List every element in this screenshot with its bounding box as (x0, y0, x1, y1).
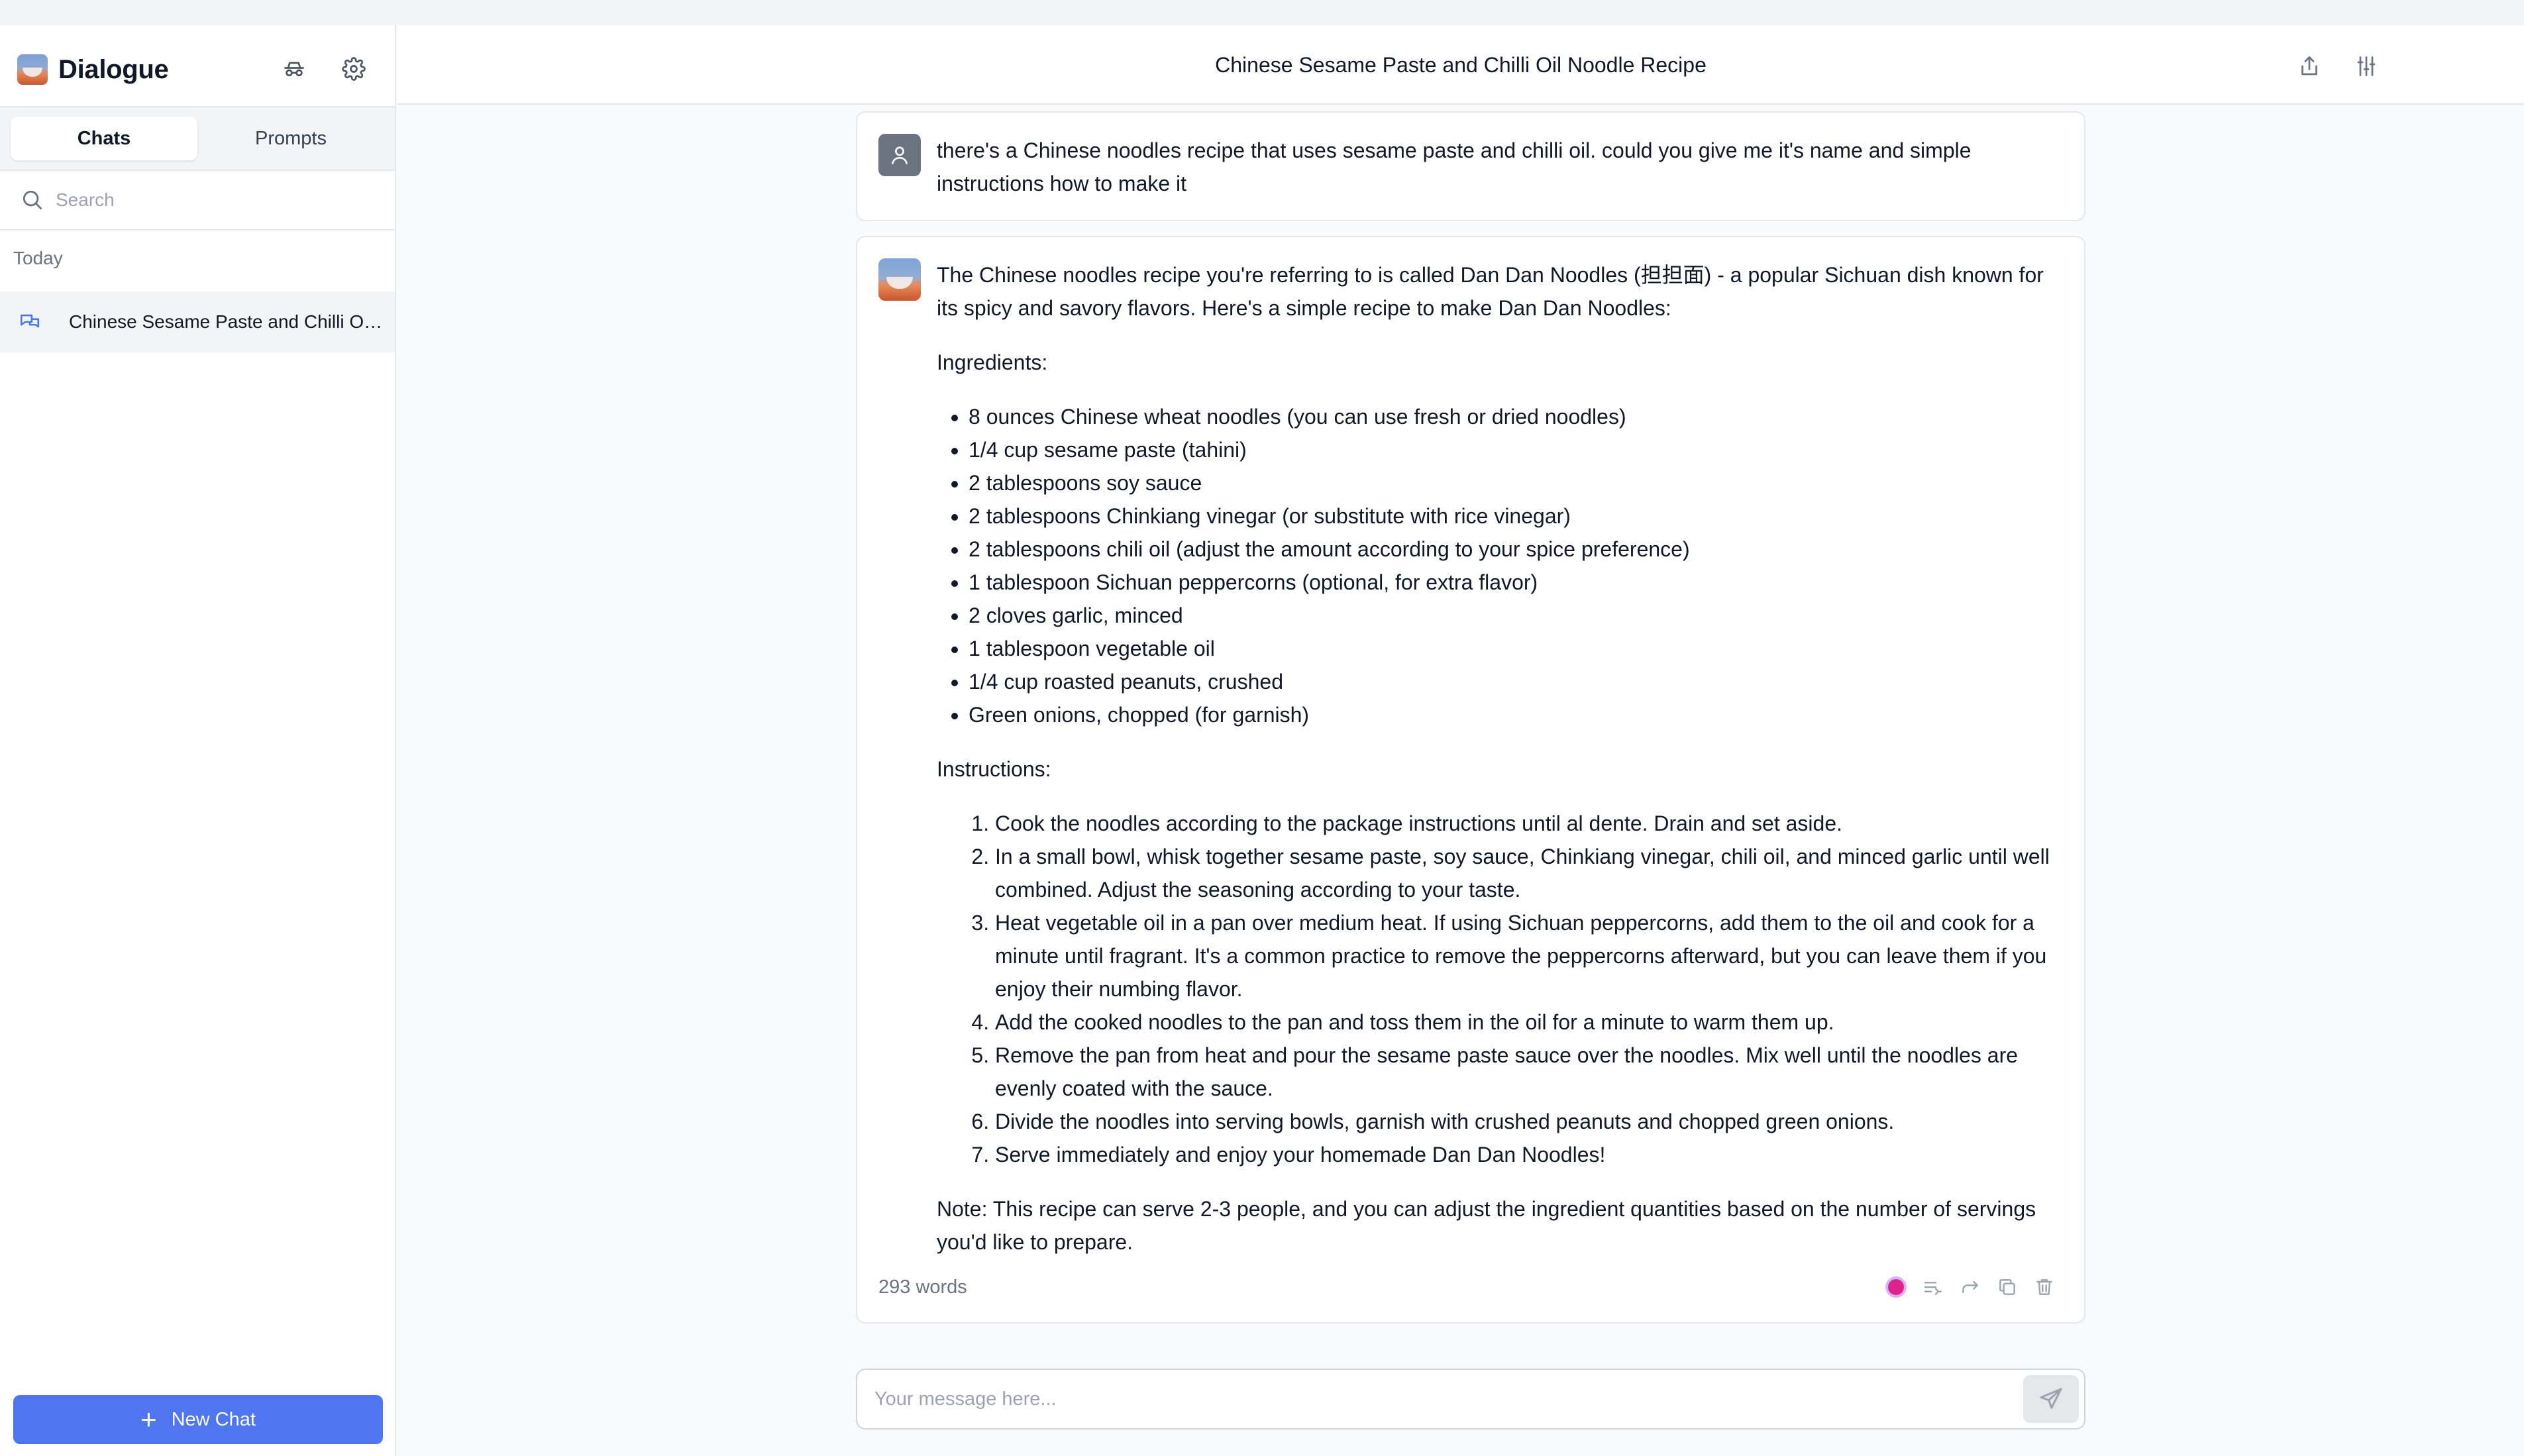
ingredient-item: 1 tablespoon vegetable oil (969, 632, 2063, 665)
chat-title: Chinese Sesame Paste and Chilli Oil Nood… (1215, 52, 1707, 77)
ingredient-item: 8 ounces Chinese wheat noodles (you can … (969, 400, 2063, 433)
chat-item-title: Chinese Sesame Paste and Chilli Oil Nood… (69, 311, 386, 332)
ingredient-item: 1/4 cup roasted peanuts, crushed (969, 665, 2063, 698)
window-top-strip (0, 0, 2524, 25)
message-composer (856, 1369, 2085, 1430)
assistant-note: Note: This recipe can serve 2-3 people, … (937, 1197, 2036, 1254)
ingredient-item: 2 tablespoons soy sauce (969, 466, 2063, 499)
ingredient-item: Green onions, chopped (for garnish) (969, 698, 2063, 731)
ingredient-item: 2 cloves garlic, minced (969, 599, 2063, 632)
message-actions (1877, 1269, 2063, 1305)
assistant-avatar (878, 258, 921, 301)
speak-icon[interactable] (1877, 1269, 1915, 1305)
user-icon (892, 146, 908, 165)
assistant-message: The Chinese noodles recipe you're referr… (856, 236, 2085, 1324)
search-icon (23, 190, 42, 210)
sliders-icon[interactable] (2348, 48, 2385, 85)
incognito-icon[interactable] (274, 49, 314, 89)
instruction-step: Divide the noodles into serving bowls, g… (995, 1105, 2063, 1138)
ingredient-item: 2 tablespoons chili oil (adjust the amou… (969, 533, 2063, 566)
sidebar-chat-item[interactable]: Chinese Sesame Paste and Chilli Oil Nood… (0, 291, 395, 352)
share-icon[interactable] (2291, 48, 2328, 85)
gear-icon[interactable] (334, 49, 374, 89)
ingredients-list: 8 ounces Chinese wheat noodles (you can … (937, 400, 2063, 731)
plus-icon: + (140, 1404, 157, 1435)
word-count: 293 words (878, 1276, 967, 1298)
instructions-heading: Instructions: (937, 757, 1051, 781)
send-icon (2040, 1388, 2062, 1409)
instruction-step: In a small bowl, whisk together sesame p… (995, 840, 2063, 906)
fork-icon[interactable] (1952, 1269, 1989, 1305)
user-avatar (878, 134, 921, 176)
user-message-text: there's a Chinese noodles recipe that us… (937, 134, 2063, 200)
new-chat-label: New Chat (171, 1408, 256, 1430)
instruction-step: Heat vegetable oil in a pan over medium … (995, 906, 2063, 1006)
chat-header: Chinese Sesame Paste and Chilli Oil Nood… (397, 25, 2524, 105)
sidebar: Dialogue Chats Prompts Today Chinese Ses… (0, 25, 396, 1456)
trash-icon[interactable] (2026, 1269, 2063, 1305)
continue-icon[interactable] (1915, 1269, 1952, 1305)
search-input[interactable] (54, 189, 372, 211)
new-chat-button[interactable]: + New Chat (13, 1395, 383, 1444)
ingredient-item: 1 tablespoon Sichuan peppercorns (option… (969, 566, 2063, 599)
ingredient-item: 1/4 cup sesame paste (tahini) (969, 433, 2063, 466)
message-footer: 293 words (878, 1269, 2063, 1305)
tab-prompts[interactable]: Prompts (197, 117, 384, 160)
sidebar-tabs: Chats Prompts (0, 106, 395, 171)
assistant-intro: The Chinese noodles recipe you're referr… (937, 263, 2044, 320)
instruction-step: Remove the pan from heat and pour the se… (995, 1039, 2063, 1105)
send-button[interactable] (2023, 1375, 2079, 1423)
ingredients-heading: Ingredients: (937, 350, 1048, 374)
message-input[interactable] (873, 1382, 1986, 1416)
assistant-message-text: The Chinese noodles recipe you're referr… (937, 258, 2063, 1259)
user-message: there's a Chinese noodles recipe that us… (856, 111, 2085, 221)
instructions-list: Cook the noodles according to the packag… (937, 807, 2063, 1171)
instruction-step: Add the cooked noodles to the pan and to… (995, 1006, 2063, 1039)
instruction-step: Cook the noodles according to the packag… (995, 807, 2063, 840)
brand: Dialogue (17, 49, 169, 90)
ingredient-item: 2 tablespoons Chinkiang vinegar (or subs… (969, 499, 2063, 533)
section-label-today: Today (13, 248, 63, 268)
chat-bubbles-icon (20, 314, 40, 328)
search-row (0, 171, 395, 231)
user-message-body: there's a Chinese noodles recipe that us… (937, 138, 1972, 195)
app-name: Dialogue (58, 54, 169, 84)
instruction-step: Serve immediately and enjoy your homemad… (995, 1138, 2063, 1171)
app-logo (17, 54, 48, 85)
copy-icon[interactable] (1989, 1269, 2026, 1305)
tab-chats[interactable]: Chats (11, 117, 197, 160)
